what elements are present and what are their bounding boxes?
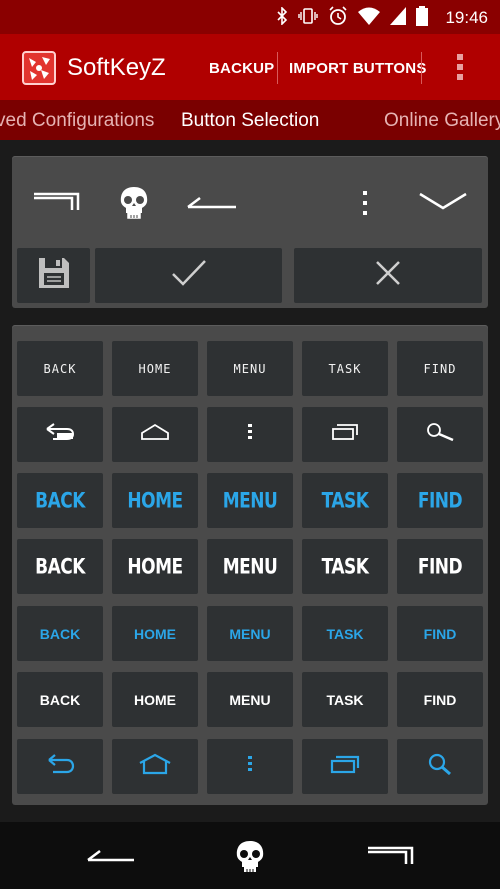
key-task-outline[interactable]: TASK: [302, 341, 388, 396]
search-icon: [425, 422, 455, 447]
key-back-blocky-blue[interactable]: BACK: [17, 473, 103, 528]
wifi-icon: [358, 7, 380, 30]
key-task-blocky-blue[interactable]: TASK: [302, 473, 388, 528]
button-grid: BACK HOME MENU TASK FIND BACK HOME MENU …: [12, 325, 488, 805]
preview-bar: [12, 156, 488, 248]
recent-apps-icon[interactable]: [366, 846, 414, 871]
action-divider: [421, 52, 422, 84]
tab-bar: ved Configurations Button Selection Onli…: [0, 100, 500, 140]
skull-icon[interactable]: [118, 186, 150, 225]
battery-icon: [416, 6, 428, 31]
key-home-outline[interactable]: HOME: [112, 341, 198, 396]
signal-icon: [390, 7, 406, 30]
tab-button-selection[interactable]: Button Selection: [181, 110, 319, 132]
key-back-icon-white[interactable]: [17, 407, 103, 462]
menu-dots-icon[interactable]: [361, 190, 369, 221]
key-find-blocky-white[interactable]: FIND: [397, 539, 483, 594]
recent-apps-icon: [330, 754, 360, 779]
back-icon: [45, 754, 75, 779]
confirm-button[interactable]: [95, 248, 282, 303]
key-task-icon-blue[interactable]: [302, 739, 388, 794]
alarm-icon: [328, 6, 348, 31]
app-bar: SoftKeyZ BACKUP IMPORT BUTTONS: [0, 34, 500, 100]
key-home-icon-blue[interactable]: [112, 739, 198, 794]
chevron-down-icon[interactable]: [418, 192, 468, 217]
key-back-icon-blue[interactable]: [17, 739, 103, 794]
key-home-bold-blue[interactable]: HOME: [112, 606, 198, 661]
navigation-bar: [0, 822, 500, 889]
save-icon: [37, 256, 71, 295]
key-find-outline[interactable]: FIND: [397, 341, 483, 396]
key-find-icon-blue[interactable]: [397, 739, 483, 794]
key-back-outline[interactable]: BACK: [17, 341, 103, 396]
menu-dots-icon: [247, 755, 253, 778]
key-task-icon-white[interactable]: [302, 407, 388, 462]
home-icon: [138, 753, 172, 780]
key-home-bold-white[interactable]: HOME: [112, 672, 198, 727]
recent-apps-icon: [331, 423, 359, 446]
import-buttons-button[interactable]: IMPORT BUTTONS: [289, 60, 427, 77]
search-icon: [427, 753, 453, 780]
key-home-blocky-blue[interactable]: HOME: [112, 473, 198, 528]
key-find-bold-blue[interactable]: FIND: [397, 606, 483, 661]
status-icons: [276, 6, 428, 31]
key-back-bold-white[interactable]: BACK: [17, 672, 103, 727]
key-find-bold-white[interactable]: FIND: [397, 672, 483, 727]
key-menu-icon-blue[interactable]: [207, 739, 293, 794]
app-logo-icon: [22, 51, 56, 85]
preview-panel: [12, 156, 488, 308]
backup-button[interactable]: BACKUP: [209, 60, 274, 77]
tab-saved-configurations[interactable]: ved Configurations: [0, 110, 154, 132]
key-home-icon-white[interactable]: [112, 407, 198, 462]
save-button[interactable]: [17, 248, 90, 303]
home-icon: [140, 423, 170, 446]
skull-icon[interactable]: [234, 840, 266, 879]
cancel-button[interactable]: [294, 248, 482, 303]
recent-apps-icon[interactable]: [32, 192, 80, 217]
key-menu-bold-white[interactable]: MENU: [207, 672, 293, 727]
vibrate-icon: [298, 7, 318, 30]
key-task-blocky-white[interactable]: TASK: [302, 539, 388, 594]
status-bar: 19:46: [0, 0, 500, 34]
key-menu-bold-blue[interactable]: MENU: [207, 606, 293, 661]
key-home-blocky-white[interactable]: HOME: [112, 539, 198, 594]
close-icon: [374, 259, 402, 292]
back-icon: [45, 423, 75, 446]
key-back-blocky-white[interactable]: BACK: [17, 539, 103, 594]
back-icon[interactable]: [86, 849, 136, 868]
status-time: 19:46: [445, 8, 488, 27]
app-title: SoftKeyZ: [67, 54, 166, 81]
key-menu-blocky-white[interactable]: MENU: [207, 539, 293, 594]
key-task-bold-white[interactable]: TASK: [302, 672, 388, 727]
key-find-icon-white[interactable]: [397, 407, 483, 462]
key-back-bold-blue[interactable]: BACK: [17, 606, 103, 661]
tab-online-gallery[interactable]: Online Gallery: [384, 110, 500, 132]
back-icon[interactable]: [186, 196, 238, 215]
key-find-blocky-blue[interactable]: FIND: [397, 473, 483, 528]
action-divider: [277, 52, 278, 84]
bluetooth-icon: [276, 6, 288, 30]
menu-dots-icon: [247, 423, 253, 446]
key-menu-icon-white[interactable]: [207, 407, 293, 462]
key-task-bold-blue[interactable]: TASK: [302, 606, 388, 661]
overflow-menu-icon[interactable]: [455, 52, 465, 86]
key-menu-blocky-blue[interactable]: MENU: [207, 473, 293, 528]
key-menu-outline[interactable]: MENU: [207, 341, 293, 396]
check-icon: [171, 259, 207, 292]
